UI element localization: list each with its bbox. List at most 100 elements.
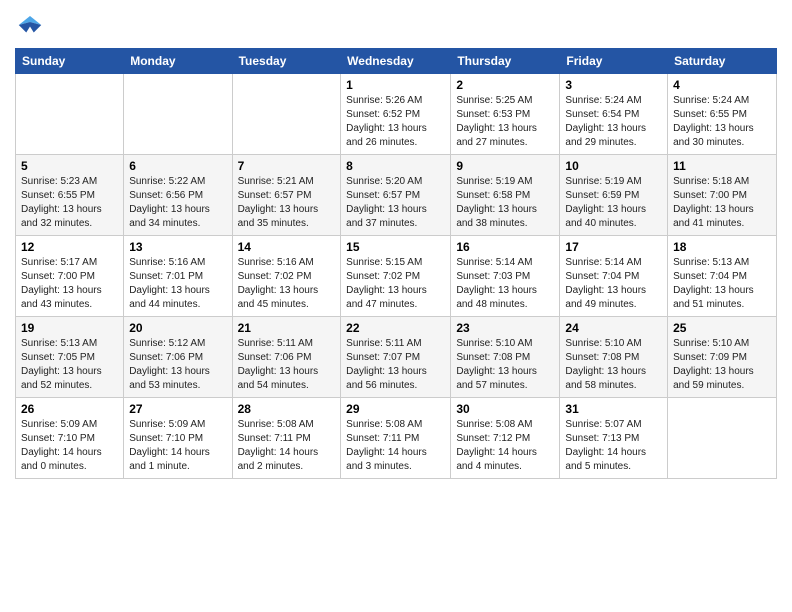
day-number: 28 (238, 402, 336, 416)
day-info: Sunrise: 5:11 AMSunset: 7:06 PMDaylight:… (238, 337, 336, 393)
calendar-cell: 31 Sunrise: 5:07 AMSunset: 7:13 PMDayligh… (560, 398, 668, 479)
calendar-cell: 10 Sunrise: 5:19 AMSunset: 6:59 PMDayligh… (560, 155, 668, 236)
day-number: 26 (21, 402, 118, 416)
header-row: SundayMondayTuesdayWednesdayThursdayFrid… (16, 49, 777, 74)
day-header-friday: Friday (560, 49, 668, 74)
page-header (15, 10, 777, 40)
day-number: 31 (565, 402, 662, 416)
calendar-cell: 1Sunrise: 5:26 AMSunset: 6:52 PMDaylight… (341, 74, 451, 155)
calendar-cell (668, 398, 777, 479)
day-info: Sunrise: 5:18 AMSunset: 7:00 PMDaylight:… (673, 175, 771, 231)
calendar-cell: 24 Sunrise: 5:10 AMSunset: 7:08 PMDayligh… (560, 317, 668, 398)
day-number: 4 (673, 78, 771, 92)
day-header-tuesday: Tuesday (232, 49, 341, 74)
calendar-cell: 14 Sunrise: 5:16 AMSunset: 7:02 PMDayligh… (232, 236, 341, 317)
calendar-cell: 2 Sunrise: 5:25 AMSunset: 6:53 PMDaylight… (451, 74, 560, 155)
calendar-cell: 22Sunrise: 5:11 AMSunset: 7:07 PMDayligh… (341, 317, 451, 398)
day-number: 27 (129, 402, 226, 416)
day-info: Sunrise: 5:14 AMSunset: 7:04 PMDaylight:… (565, 256, 662, 312)
week-row-1: 1Sunrise: 5:26 AMSunset: 6:52 PMDaylight… (16, 74, 777, 155)
day-number: 23 (456, 321, 554, 335)
calendar-cell: 17Sunrise: 5:14 AMSunset: 7:04 PMDayligh… (560, 236, 668, 317)
calendar-cell (232, 74, 341, 155)
calendar-cell: 18 Sunrise: 5:13 AMSunset: 7:04 PMDayligh… (668, 236, 777, 317)
day-info: Sunrise: 5:14 AMSunset: 7:03 PMDaylight:… (456, 256, 554, 312)
day-info: Sunrise: 5:19 AMSunset: 6:58 PMDaylight:… (456, 175, 554, 231)
day-header-saturday: Saturday (668, 49, 777, 74)
day-info: Sunrise: 5:12 AMSunset: 7:06 PMDaylight:… (129, 337, 226, 393)
day-header-sunday: Sunday (16, 49, 124, 74)
day-info: Sunrise: 5:15 AMSunset: 7:02 PMDaylight:… (346, 256, 445, 312)
day-number: 10 (565, 159, 662, 173)
calendar-cell: 15 Sunrise: 5:15 AMSunset: 7:02 PMDayligh… (341, 236, 451, 317)
calendar-cell: 7 Sunrise: 5:21 AMSunset: 6:57 PMDaylight… (232, 155, 341, 236)
calendar-cell: 27 Sunrise: 5:09 AMSunset: 7:10 PMDayligh… (124, 398, 232, 479)
day-info: Sunrise: 5:21 AMSunset: 6:57 PMDaylight:… (238, 175, 336, 231)
day-number: 12 (21, 240, 118, 254)
day-info: Sunrise: 5:25 AMSunset: 6:53 PMDaylight:… (456, 94, 554, 150)
day-info: Sunrise: 5:13 AMSunset: 7:04 PMDaylight:… (673, 256, 771, 312)
calendar-cell: 19Sunrise: 5:13 AMSunset: 7:05 PMDayligh… (16, 317, 124, 398)
calendar-cell: 8 Sunrise: 5:20 AMSunset: 6:57 PMDaylight… (341, 155, 451, 236)
day-number: 18 (673, 240, 771, 254)
day-number: 25 (673, 321, 771, 335)
logo-icon (15, 10, 45, 40)
day-number: 1 (346, 78, 445, 92)
day-number: 8 (346, 159, 445, 173)
day-header-wednesday: Wednesday (341, 49, 451, 74)
day-number: 16 (456, 240, 554, 254)
calendar-cell: 28 Sunrise: 5:08 AMSunset: 7:11 PMDayligh… (232, 398, 341, 479)
day-number: 30 (456, 402, 554, 416)
day-number: 7 (238, 159, 336, 173)
calendar-cell (124, 74, 232, 155)
day-number: 22 (346, 321, 445, 335)
day-info: Sunrise: 5:19 AMSunset: 6:59 PMDaylight:… (565, 175, 662, 231)
calendar-cell: 25 Sunrise: 5:10 AMSunset: 7:09 PMDayligh… (668, 317, 777, 398)
day-info: Sunrise: 5:13 AMSunset: 7:05 PMDaylight:… (21, 337, 118, 393)
day-number: 21 (238, 321, 336, 335)
calendar-cell: 21 Sunrise: 5:11 AMSunset: 7:06 PMDayligh… (232, 317, 341, 398)
day-number: 14 (238, 240, 336, 254)
day-info: Sunrise: 5:10 AMSunset: 7:09 PMDaylight:… (673, 337, 771, 393)
day-info: Sunrise: 5:10 AMSunset: 7:08 PMDaylight:… (565, 337, 662, 393)
day-number: 5 (21, 159, 118, 173)
day-number: 13 (129, 240, 226, 254)
day-header-monday: Monday (124, 49, 232, 74)
day-number: 11 (673, 159, 771, 173)
day-number: 3 (565, 78, 662, 92)
day-number: 6 (129, 159, 226, 173)
day-info: Sunrise: 5:08 AMSunset: 7:11 PMDaylight:… (346, 418, 445, 474)
day-info: Sunrise: 5:24 AMSunset: 6:55 PMDaylight:… (673, 94, 771, 150)
day-info: Sunrise: 5:24 AMSunset: 6:54 PMDaylight:… (565, 94, 662, 150)
calendar-cell: 11 Sunrise: 5:18 AMSunset: 7:00 PMDayligh… (668, 155, 777, 236)
calendar-cell: 3 Sunrise: 5:24 AMSunset: 6:54 PMDaylight… (560, 74, 668, 155)
day-info: Sunrise: 5:16 AMSunset: 7:02 PMDaylight:… (238, 256, 336, 312)
day-info: Sunrise: 5:10 AMSunset: 7:08 PMDaylight:… (456, 337, 554, 393)
day-info: Sunrise: 5:07 AMSunset: 7:13 PMDaylight:… (565, 418, 662, 474)
day-info: Sunrise: 5:20 AMSunset: 6:57 PMDaylight:… (346, 175, 445, 231)
calendar-cell: 4 Sunrise: 5:24 AMSunset: 6:55 PMDaylight… (668, 74, 777, 155)
day-info: Sunrise: 5:17 AMSunset: 7:00 PMDaylight:… (21, 256, 118, 312)
day-number: 20 (129, 321, 226, 335)
day-info: Sunrise: 5:16 AMSunset: 7:01 PMDaylight:… (129, 256, 226, 312)
day-info: Sunrise: 5:08 AMSunset: 7:12 PMDaylight:… (456, 418, 554, 474)
calendar-cell: 20 Sunrise: 5:12 AMSunset: 7:06 PMDayligh… (124, 317, 232, 398)
day-info: Sunrise: 5:09 AMSunset: 7:10 PMDaylight:… (21, 418, 118, 474)
calendar-cell: 16 Sunrise: 5:14 AMSunset: 7:03 PMDayligh… (451, 236, 560, 317)
calendar-cell: 12 Sunrise: 5:17 AMSunset: 7:00 PMDayligh… (16, 236, 124, 317)
day-number: 24 (565, 321, 662, 335)
calendar-cell: 23 Sunrise: 5:10 AMSunset: 7:08 PMDayligh… (451, 317, 560, 398)
calendar-cell: 29Sunrise: 5:08 AMSunset: 7:11 PMDayligh… (341, 398, 451, 479)
calendar-cell: 6Sunrise: 5:22 AMSunset: 6:56 PMDaylight… (124, 155, 232, 236)
day-info: Sunrise: 5:08 AMSunset: 7:11 PMDaylight:… (238, 418, 336, 474)
week-row-3: 12 Sunrise: 5:17 AMSunset: 7:00 PMDayligh… (16, 236, 777, 317)
calendar-cell: 9Sunrise: 5:19 AMSunset: 6:58 PMDaylight… (451, 155, 560, 236)
day-number: 2 (456, 78, 554, 92)
week-row-2: 5Sunrise: 5:23 AMSunset: 6:55 PMDaylight… (16, 155, 777, 236)
day-number: 15 (346, 240, 445, 254)
week-row-4: 19Sunrise: 5:13 AMSunset: 7:05 PMDayligh… (16, 317, 777, 398)
day-info: Sunrise: 5:09 AMSunset: 7:10 PMDaylight:… (129, 418, 226, 474)
calendar-cell: 26 Sunrise: 5:09 AMSunset: 7:10 PMDayligh… (16, 398, 124, 479)
day-header-thursday: Thursday (451, 49, 560, 74)
week-row-5: 26 Sunrise: 5:09 AMSunset: 7:10 PMDayligh… (16, 398, 777, 479)
